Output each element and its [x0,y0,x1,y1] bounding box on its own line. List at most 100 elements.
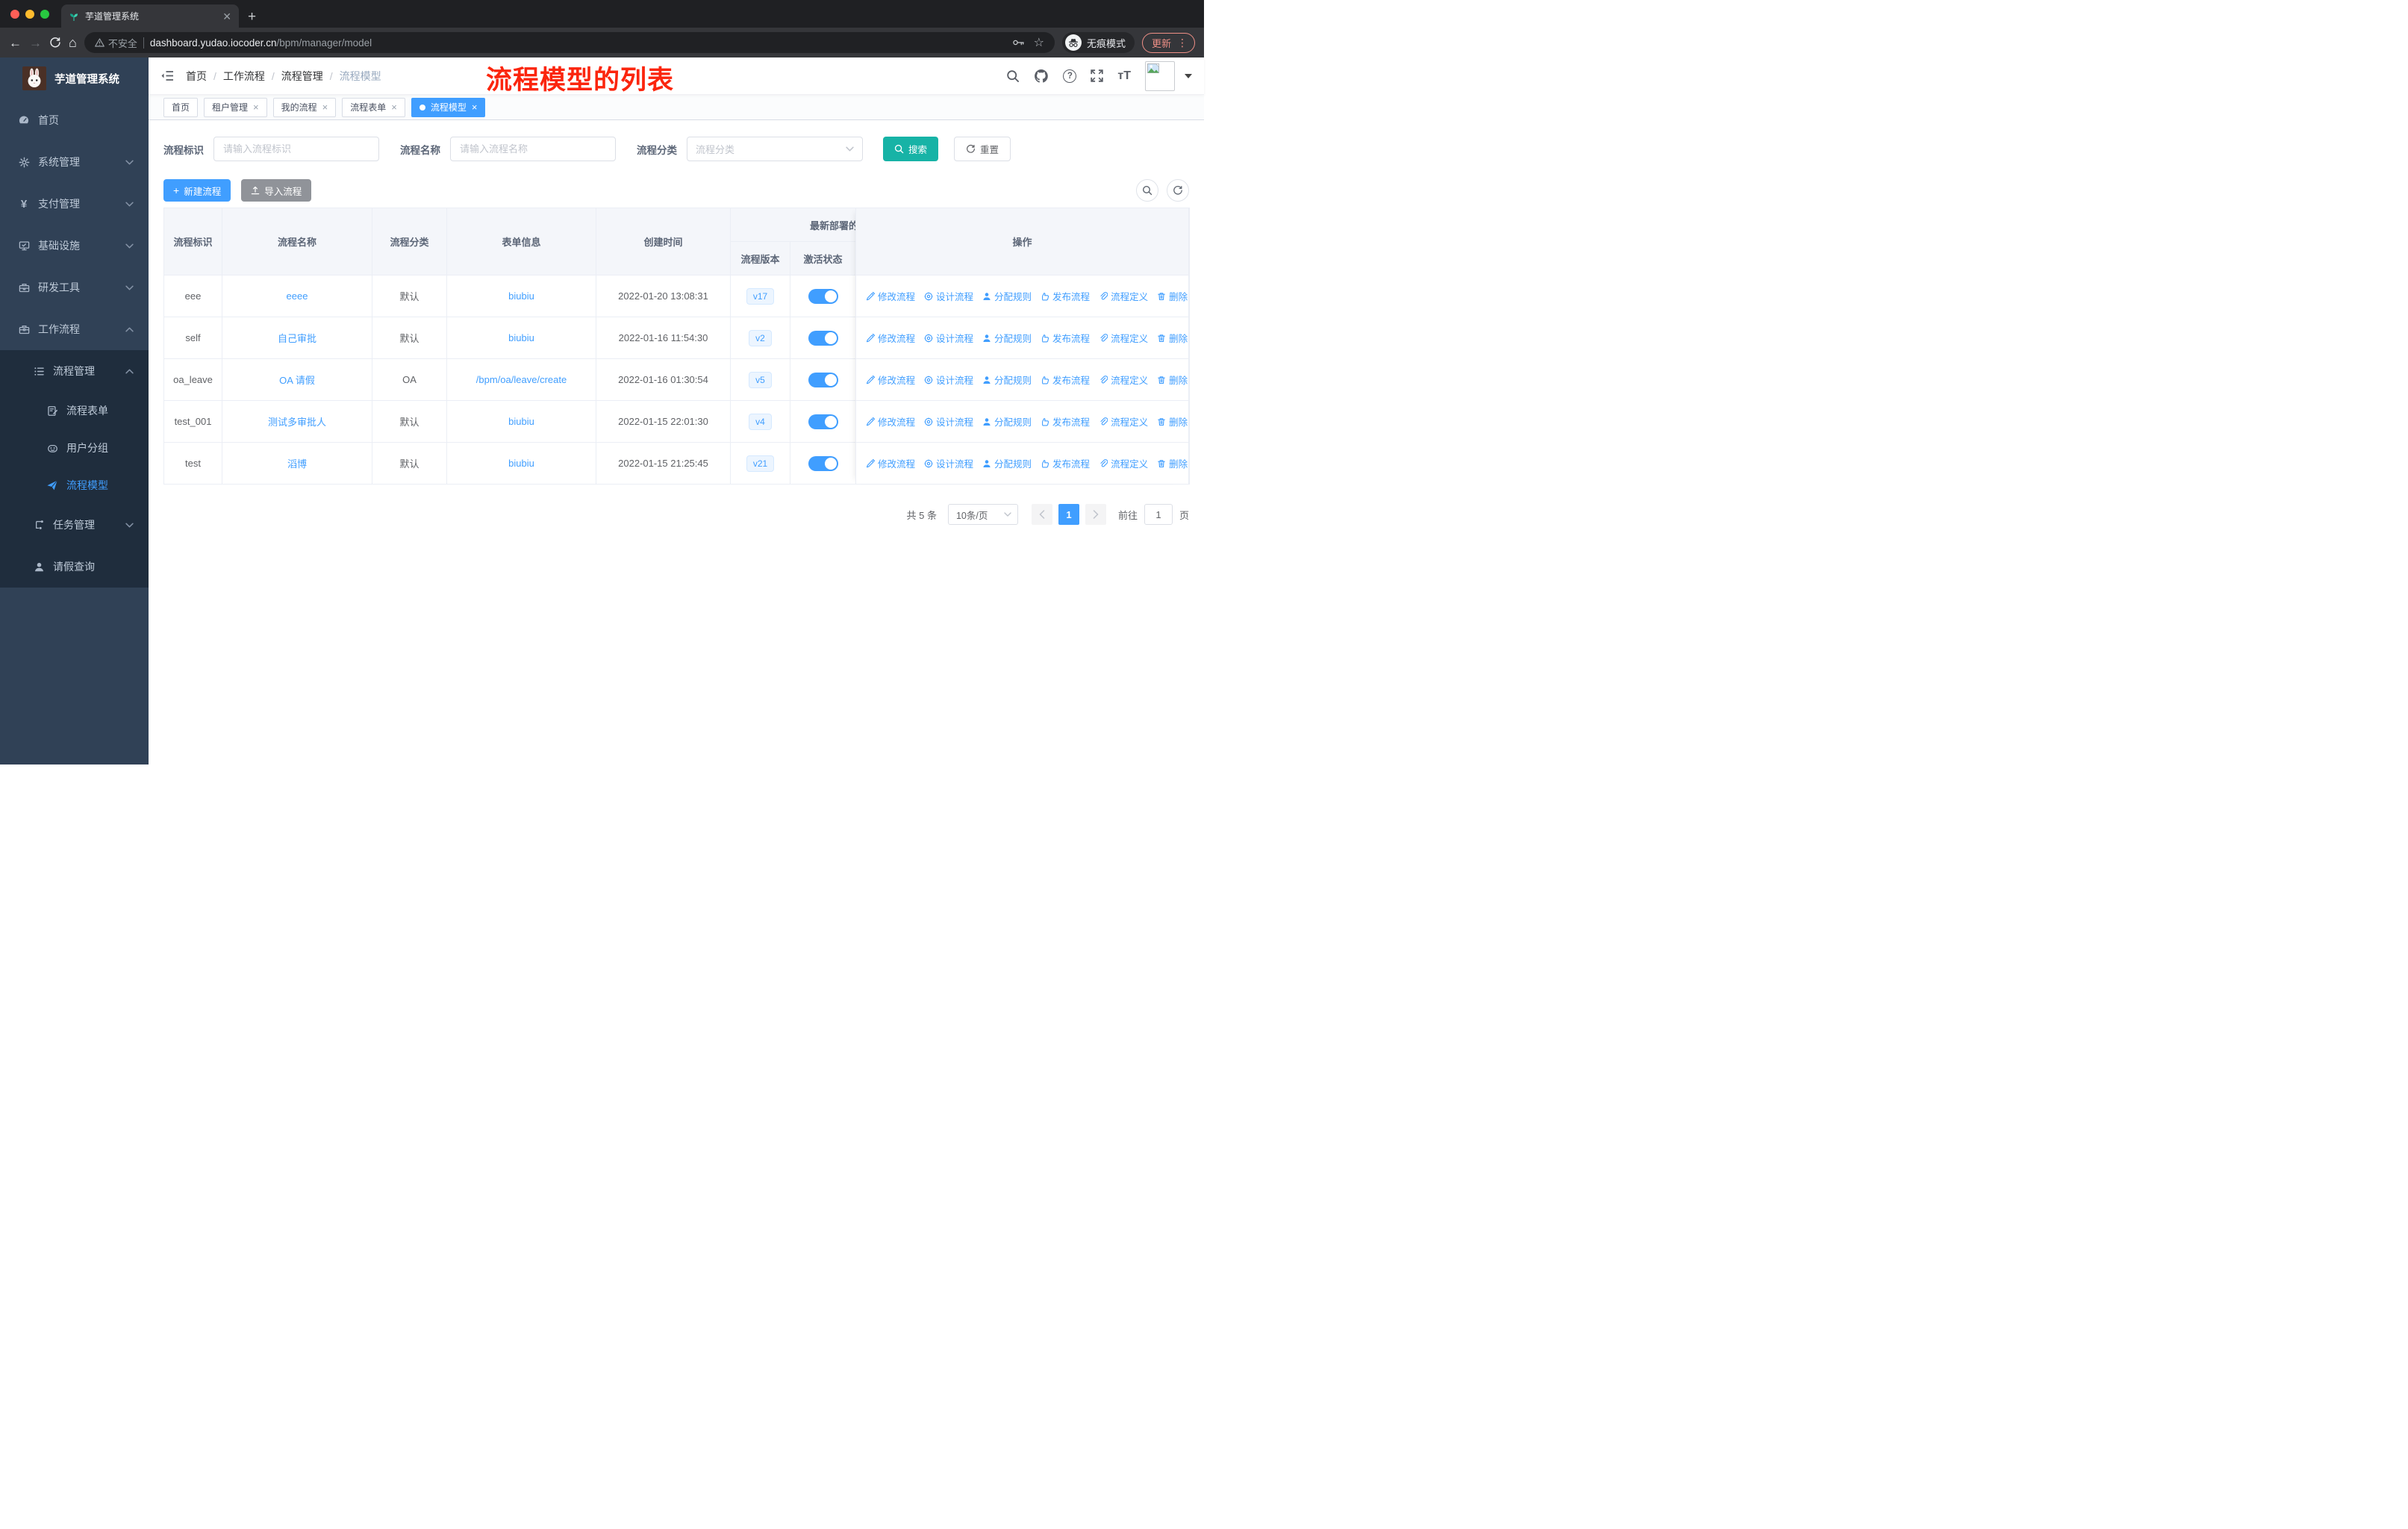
tag-process-model[interactable]: 流程模型 × [411,97,486,117]
caret-down-icon[interactable] [1185,73,1192,78]
process-definition-link[interactable]: 流程定义 [1099,331,1148,345]
tag-process-form[interactable]: 流程表单 × [342,97,405,117]
process-name-link[interactable]: eeee [287,290,308,302]
sidebar-item-dev-tools[interactable]: 研发工具 [0,267,149,308]
forward-icon[interactable]: → [29,37,42,49]
process-id-input[interactable] [213,137,379,161]
edit-process-link[interactable]: 修改流程 [866,414,915,429]
home-icon[interactable]: ⌂ [69,36,77,49]
minimize-window-button[interactable] [25,9,34,19]
new-tab-button[interactable]: + [248,10,256,24]
design-process-link[interactable]: 设计流程 [924,373,973,387]
process-category-select[interactable]: 流程分类 [687,137,863,161]
breadcrumb-home[interactable]: 首页 [186,69,207,84]
delete-link[interactable]: 删除 [1157,331,1188,345]
back-icon[interactable]: ← [9,37,22,49]
breadcrumb-workflow[interactable]: 工作流程 [223,69,265,84]
assign-rule-link[interactable]: 分配规则 [982,456,1032,470]
form-info-link[interactable]: biubiu [508,332,534,343]
version-badge[interactable]: v5 [749,371,772,388]
fullscreen-icon[interactable] [1091,69,1104,82]
publish-process-link[interactable]: 发布流程 [1041,456,1090,470]
assign-rule-link[interactable]: 分配规则 [982,373,1032,387]
process-definition-link[interactable]: 流程定义 [1099,373,1148,387]
design-process-link[interactable]: 设计流程 [924,414,973,429]
sidebar-fold-icon[interactable] [160,70,174,81]
version-badge[interactable]: v4 [749,413,772,430]
breadcrumb-process-management[interactable]: 流程管理 [281,69,323,84]
sidebar-item-home[interactable]: 首页 [0,99,149,141]
goto-page-input[interactable] [1144,504,1173,525]
sidebar-item-leave-query[interactable]: 请假查询 [0,546,149,588]
delete-link[interactable]: 删除 [1157,456,1188,470]
active-toggle[interactable] [808,455,838,471]
sidebar-item-process-management[interactable]: 流程管理 [0,350,149,392]
form-info-link[interactable]: biubiu [508,458,534,469]
process-name-link[interactable]: 自己审批 [278,333,316,344]
active-toggle[interactable] [808,372,838,387]
sidebar-item-system[interactable]: 系统管理 [0,141,149,183]
browser-update-button[interactable]: 更新 ⋮ [1141,32,1195,53]
reload-icon[interactable] [49,37,61,49]
close-window-button[interactable] [10,9,19,19]
sidebar-item-process-model[interactable]: 流程模型 [0,467,149,504]
sidebar-item-workflow[interactable]: 工作流程 [0,308,149,350]
process-definition-link[interactable]: 流程定义 [1099,289,1148,303]
design-process-link[interactable]: 设计流程 [924,456,973,470]
refresh-button[interactable] [1167,179,1189,202]
edit-process-link[interactable]: 修改流程 [866,289,915,303]
tag-my-process[interactable]: 我的流程 × [272,97,337,117]
prev-page-button[interactable] [1031,504,1052,525]
browser-tab[interactable]: 芋道管理系统 ✕ [61,4,239,28]
show-search-button[interactable] [1136,179,1158,202]
sidebar-item-payment[interactable]: ¥ 支付管理 [0,183,149,225]
delete-link[interactable]: 删除 [1157,414,1188,429]
publish-process-link[interactable]: 发布流程 [1041,373,1090,387]
app-logo[interactable]: 芋道管理系统 [0,57,149,99]
address-bar[interactable]: 不安全 dashboard.yudao.iocoder.cn/bpm/manag… [84,32,1055,53]
active-toggle[interactable] [808,288,838,304]
process-name-input[interactable] [450,137,616,161]
edit-process-link[interactable]: 修改流程 [866,331,915,345]
close-icon[interactable]: × [253,102,259,112]
version-badge[interactable]: v17 [746,287,775,305]
zoom-window-button[interactable] [40,9,49,19]
sidebar-item-task-management[interactable]: 任务管理 [0,504,149,546]
font-size-icon[interactable]: ᴛT [1117,69,1131,83]
design-process-link[interactable]: 设计流程 [924,331,973,345]
close-icon[interactable]: × [391,102,397,112]
process-name-link[interactable]: 滔博 [287,458,307,470]
tag-home[interactable]: 首页 [163,97,199,117]
tab-close-icon[interactable]: ✕ [222,11,231,22]
avatar[interactable] [1145,60,1175,91]
sidebar-item-user-group[interactable]: 用户分组 [0,429,149,467]
process-name-link[interactable]: 测试多审批人 [268,417,326,428]
edit-process-link[interactable]: 修改流程 [866,373,915,387]
help-icon[interactable]: ? [1063,69,1077,83]
form-info-link[interactable]: /bpm/oa/leave/create [476,374,567,385]
design-process-link[interactable]: 设计流程 [924,289,973,303]
search-icon[interactable] [1006,69,1020,83]
active-toggle[interactable] [808,330,838,346]
create-process-button[interactable]: + 新建流程 [163,179,231,202]
publish-process-link[interactable]: 发布流程 [1041,414,1090,429]
github-icon[interactable] [1034,69,1049,84]
assign-rule-link[interactable]: 分配规则 [982,414,1032,429]
bookmark-star-icon[interactable]: ☆ [1034,35,1044,50]
form-info-link[interactable]: biubiu [508,290,534,302]
process-definition-link[interactable]: 流程定义 [1099,414,1148,429]
version-badge[interactable]: v2 [749,329,772,346]
process-name-link[interactable]: OA 请假 [279,375,315,386]
close-icon[interactable]: × [322,102,328,112]
search-button[interactable]: 搜索 [883,137,939,161]
publish-process-link[interactable]: 发布流程 [1041,289,1090,303]
assign-rule-link[interactable]: 分配规则 [982,289,1032,303]
next-page-button[interactable] [1085,504,1106,525]
delete-link[interactable]: 删除 [1157,373,1188,387]
assign-rule-link[interactable]: 分配规则 [982,331,1032,345]
active-toggle[interactable] [808,414,838,429]
process-definition-link[interactable]: 流程定义 [1099,456,1148,470]
edit-process-link[interactable]: 修改流程 [866,456,915,470]
import-process-button[interactable]: 导入流程 [241,179,312,202]
password-key-icon[interactable] [1012,37,1025,48]
